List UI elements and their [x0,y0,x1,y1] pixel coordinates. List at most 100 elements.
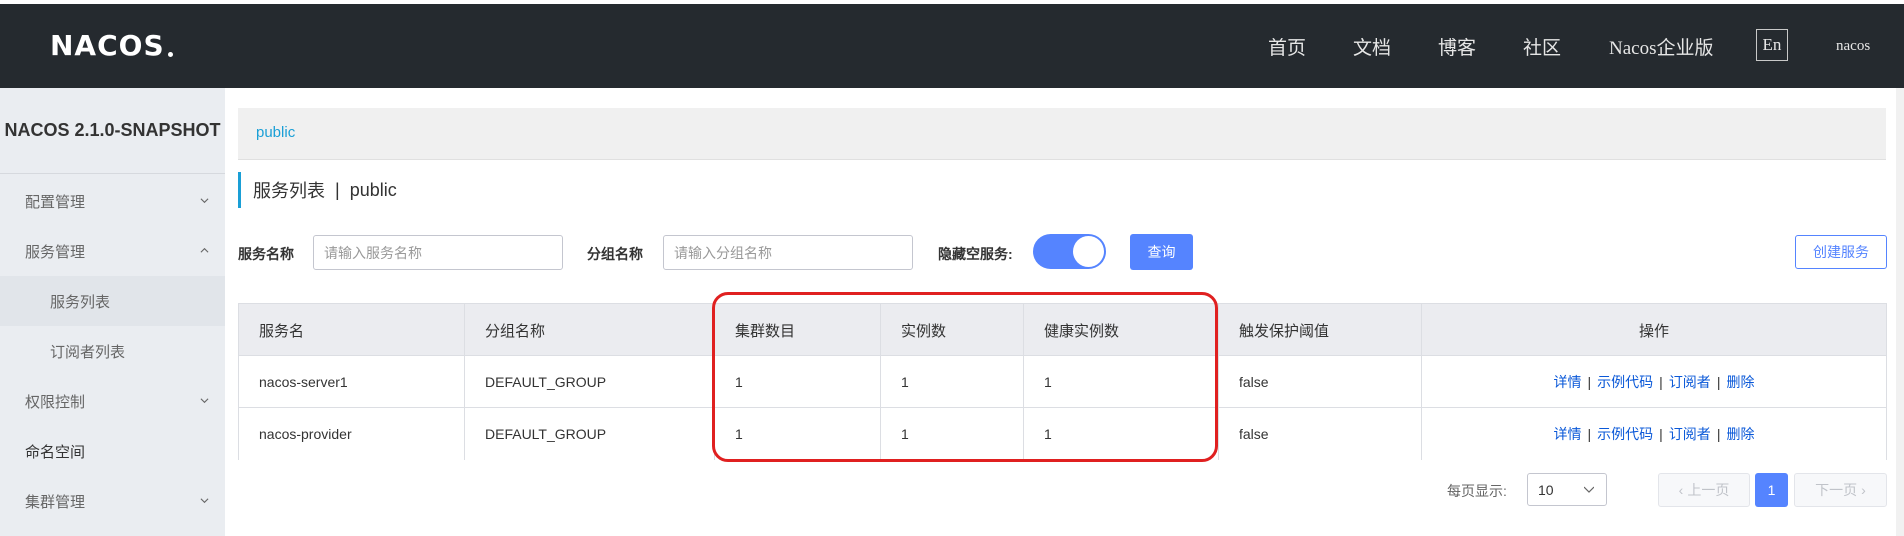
cell-healthy-instance-count: 1 [1024,356,1219,408]
service-name-label: 服务名称 [238,246,294,262]
nav-item-home[interactable]: 首页 [1268,4,1306,88]
nav-label: Nacos企业版 [1609,37,1714,59]
subscribers-link[interactable]: 订阅者 [1669,372,1711,392]
user-name[interactable]: nacos [1836,4,1870,88]
cell-group-name: DEFAULT_GROUP [465,408,715,460]
sample-code-link[interactable]: 示例代码 [1597,372,1653,392]
action-separator: | [1587,426,1592,442]
column-header-instance-count: 实例数 [881,304,1024,356]
create-service-button[interactable]: 创建服务 [1795,235,1887,269]
sample-code-link[interactable]: 示例代码 [1597,424,1653,444]
sidebar-item-label: 权限控制 [25,393,86,411]
toggle-knob [1073,236,1104,267]
column-header-protect-threshold: 触发保护阈值 [1219,304,1422,356]
action-separator: | [1716,374,1721,390]
cell-cluster-count: 1 [715,408,881,460]
sidebar-item-cluster-management[interactable]: 集群管理 [0,476,225,526]
service-table: 服务名 分组名称 集群数目 实例数 健康实例数 触发保护阈值 操作 nacos-… [238,303,1887,460]
chevron-right-icon: › [1861,482,1866,498]
sidebar-item-label: 订阅者列表 [50,343,126,361]
logo-dot [167,51,173,57]
table-row: nacos-provider DEFAULT_GROUP 1 1 1 false… [239,408,1886,460]
detail-link[interactable]: 详情 [1554,372,1582,392]
prev-page-label: 上一页 [1687,482,1730,498]
sidebar-item-service-list[interactable]: 服务列表 [0,276,225,326]
column-header-service-name: 服务名 [239,304,465,356]
breadcrumb-bar: public [238,108,1886,160]
cell-service-name: nacos-provider [239,408,465,460]
nav-label: 首页 [1268,37,1307,59]
nav-item-community[interactable]: 社区 [1523,4,1561,88]
group-name-label: 分组名称 [587,246,643,262]
sidebar-item-label: 命名空间 [25,443,86,461]
cell-actions: 详情 | 示例代码 | 订阅者 | 删除 [1422,356,1886,408]
action-separator: | [1587,374,1592,390]
subscribers-link[interactable]: 订阅者 [1669,424,1711,444]
sidebar-item-subscriber-list[interactable]: 订阅者列表 [0,326,225,376]
chevron-down-icon [1584,486,1594,493]
top-navbar: NACOS 首页 文档 博客 社区 Nacos企业版 En nacos [0,0,1904,88]
sidebar-item-label: 服务管理 [25,243,86,261]
action-separator: | [1659,426,1663,442]
breadcrumb[interactable]: public [256,124,295,141]
sidebar-version-title: NACOS 2.1.0-SNAPSHOT [0,88,225,174]
page-button-current[interactable]: 1 [1755,473,1788,507]
table-header: 服务名 分组名称 集群数目 实例数 健康实例数 触发保护阈值 操作 [239,304,1886,356]
nav-item-blog[interactable]: 博客 [1438,4,1476,88]
chevron-down-icon [200,498,209,504]
chevron-left-icon: ‹ [1678,482,1684,498]
nav-label: 社区 [1523,37,1562,59]
cell-instance-count: 1 [881,356,1024,408]
cell-healthy-instance-count: 1 [1024,408,1219,460]
column-header-healthy-instance-count: 健康实例数 [1024,304,1219,356]
cell-protect-threshold: false [1219,356,1422,408]
action-separator: | [1659,374,1663,390]
prev-page-button[interactable]: ‹ 上一页 [1658,473,1750,507]
delete-link[interactable]: 删除 [1726,372,1754,392]
page-title: 服务列表 | public [238,172,397,208]
column-header-group-name: 分组名称 [465,304,715,356]
cell-protect-threshold: false [1219,408,1422,460]
query-button[interactable]: 查询 [1130,234,1193,270]
sidebar-item-service-management[interactable]: 服务管理 [0,226,225,276]
page-size-label: 每页显示: [1447,483,1507,499]
sidebar-item-label: 服务列表 [50,293,111,311]
row-actions: 详情 | 示例代码 | 订阅者 | 删除 [1554,424,1755,444]
nav-label: 博客 [1438,37,1477,59]
nav-label: 文档 [1353,37,1392,59]
action-separator: | [1716,426,1721,442]
nav-item-enterprise[interactable]: Nacos企业版 [1609,4,1713,88]
page-title-namespace: public [349,179,397,200]
chevron-down-icon [200,198,209,204]
language-switch-button[interactable]: En [1756,29,1788,61]
sidebar-item-config-management[interactable]: 配置管理 [0,176,225,226]
column-header-actions: 操作 [1638,322,1669,340]
sidebar-item-access-control[interactable]: 权限控制 [0,376,225,426]
delete-link[interactable]: 删除 [1726,424,1754,444]
page-size-value: 10 [1538,481,1554,498]
cell-instance-count: 1 [881,408,1024,460]
sidebar: NACOS 2.1.0-SNAPSHOT 配置管理 服务管理 服务列表 订阅者列… [0,88,225,536]
cell-service-name: nacos-server1 [239,356,465,408]
page-title-text: 服务列表 [253,181,325,201]
column-header-cluster-count: 集群数目 [715,304,881,356]
page-size-select[interactable]: 10 [1527,473,1607,506]
group-name-input[interactable]: 请输入分组名称 [663,235,913,270]
next-page-label: 下一页 [1815,482,1858,498]
service-name-input[interactable]: 请输入服务名称 [313,235,563,270]
vertical-scrollbar[interactable] [1896,88,1904,536]
next-page-button[interactable]: 下一页 › [1794,473,1887,507]
nav-item-docs[interactable]: 文档 [1353,4,1391,88]
chevron-down-icon [200,398,209,404]
detail-link[interactable]: 详情 [1554,424,1582,444]
row-actions: 详情 | 示例代码 | 订阅者 | 删除 [1554,372,1755,392]
hide-empty-services-toggle[interactable] [1033,234,1106,269]
sidebar-item-label: 集群管理 [25,493,86,511]
cell-group-name: DEFAULT_GROUP [465,356,715,408]
nacos-logo[interactable]: NACOS [50,28,173,62]
cell-actions: 详情 | 示例代码 | 订阅者 | 删除 [1422,408,1886,460]
sidebar-item-namespace[interactable]: 命名空间 [0,426,225,476]
cell-cluster-count: 1 [715,356,881,408]
hide-empty-services-label: 隐藏空服务: [938,246,1013,262]
table-row: nacos-server1 DEFAULT_GROUP 1 1 1 false … [239,356,1886,408]
